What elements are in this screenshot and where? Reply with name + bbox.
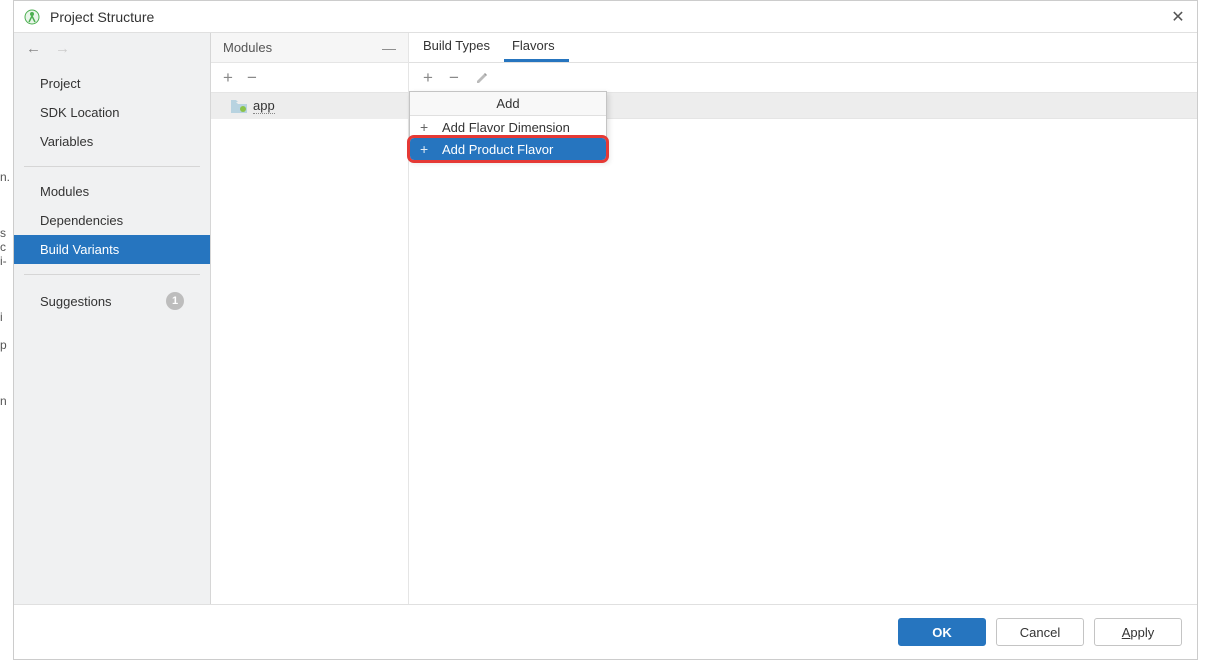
content-pane: Build Types Flavors + − Add: [409, 33, 1197, 604]
sidebar-item-project[interactable]: Project: [14, 69, 210, 98]
sidebar-group-2: Modules Dependencies Build Variants: [14, 171, 210, 270]
edge-char: sc: [0, 226, 12, 254]
modules-title: Modules: [223, 40, 272, 55]
sidebar-item-build-variants[interactable]: Build Variants: [14, 235, 210, 264]
nav-back-icon[interactable]: ←: [26, 40, 41, 57]
modules-pane: Modules — + − app: [211, 33, 409, 604]
edge-char: n: [0, 394, 12, 422]
sidebar-divider: [24, 166, 200, 167]
modules-pane-header: Modules —: [211, 33, 408, 63]
plus-icon: +: [420, 119, 434, 135]
sidebar-item-label: Project: [40, 76, 80, 91]
add-module-icon[interactable]: +: [223, 69, 233, 86]
sidebar-item-label: Variables: [40, 134, 93, 149]
sidebar-item-suggestions[interactable]: Suggestions 1: [14, 285, 210, 317]
edge-char: i: [0, 310, 12, 338]
sidebar-item-dependencies[interactable]: Dependencies: [14, 206, 210, 235]
sidebar-group-3: Suggestions 1: [14, 279, 210, 323]
sidebar: ← → Project SDK Location Variables Modul…: [14, 33, 211, 604]
sidebar-item-label: Modules: [40, 184, 89, 199]
sidebar-item-variables[interactable]: Variables: [14, 127, 210, 156]
nav-arrows: ← →: [14, 33, 210, 63]
sidebar-divider: [24, 274, 200, 275]
sidebar-item-label: Build Variants: [40, 242, 119, 257]
sidebar-item-modules[interactable]: Modules: [14, 177, 210, 206]
edge-char: p: [0, 338, 12, 366]
remove-module-icon[interactable]: −: [247, 69, 257, 86]
edit-flavor-icon[interactable]: [475, 71, 489, 85]
tab-label: Build Types: [423, 38, 490, 53]
android-studio-icon: [24, 9, 40, 25]
dialog-footer: OK Cancel Apply: [14, 604, 1197, 659]
modules-toolbar: + −: [211, 63, 408, 93]
titlebar: Project Structure ✕: [14, 1, 1197, 33]
edge-char: n.: [0, 170, 12, 198]
tab-label: Flavors: [512, 38, 555, 53]
module-folder-icon: [231, 100, 247, 113]
cancel-button[interactable]: Cancel: [996, 618, 1084, 646]
close-icon[interactable]: ✕: [1169, 8, 1187, 26]
ok-button[interactable]: OK: [898, 618, 986, 646]
sidebar-item-label: Dependencies: [40, 213, 123, 228]
window-title: Project Structure: [50, 9, 1169, 25]
edge-char: [0, 366, 12, 394]
add-popup: Add + Add Flavor Dimension + Add Product…: [409, 91, 607, 161]
sidebar-item-sdk-location[interactable]: SDK Location: [14, 98, 210, 127]
dialog-body: ← → Project SDK Location Variables Modul…: [14, 33, 1197, 604]
tab-flavors[interactable]: Flavors: [504, 33, 569, 62]
add-flavor-icon[interactable]: +: [423, 69, 433, 86]
sidebar-item-label: SDK Location: [40, 105, 120, 120]
collapse-icon[interactable]: —: [382, 40, 396, 56]
sidebar-item-label: Suggestions: [40, 294, 112, 309]
edge-char: i-: [0, 254, 12, 282]
module-label: app: [253, 98, 275, 114]
suggestions-badge: 1: [166, 292, 184, 310]
apply-rest: pply: [1130, 625, 1154, 640]
content-toolbar: + − Add + Add Flavor Dimension: [409, 63, 1197, 93]
popup-item-label: Add Product Flavor: [442, 142, 553, 157]
popup-item-add-flavor-dimension[interactable]: + Add Flavor Dimension: [410, 116, 606, 138]
plus-icon: +: [420, 141, 434, 157]
tabs: Build Types Flavors: [409, 33, 1197, 63]
apply-button[interactable]: Apply: [1094, 618, 1182, 646]
popup-title: Add: [410, 92, 606, 116]
popup-item-add-product-flavor[interactable]: + Add Product Flavor: [410, 138, 606, 160]
tab-build-types[interactable]: Build Types: [415, 33, 504, 62]
nav-forward-icon[interactable]: →: [55, 40, 70, 57]
popup-item-label: Add Flavor Dimension: [442, 120, 570, 135]
remove-flavor-icon[interactable]: −: [449, 69, 459, 86]
sidebar-group-1: Project SDK Location Variables: [14, 63, 210, 162]
edge-char: [0, 198, 12, 226]
edge-char: [0, 282, 12, 310]
project-structure-dialog: Project Structure ✕ ← → Project SDK Loca…: [13, 0, 1198, 660]
module-item-app[interactable]: app: [211, 93, 408, 119]
